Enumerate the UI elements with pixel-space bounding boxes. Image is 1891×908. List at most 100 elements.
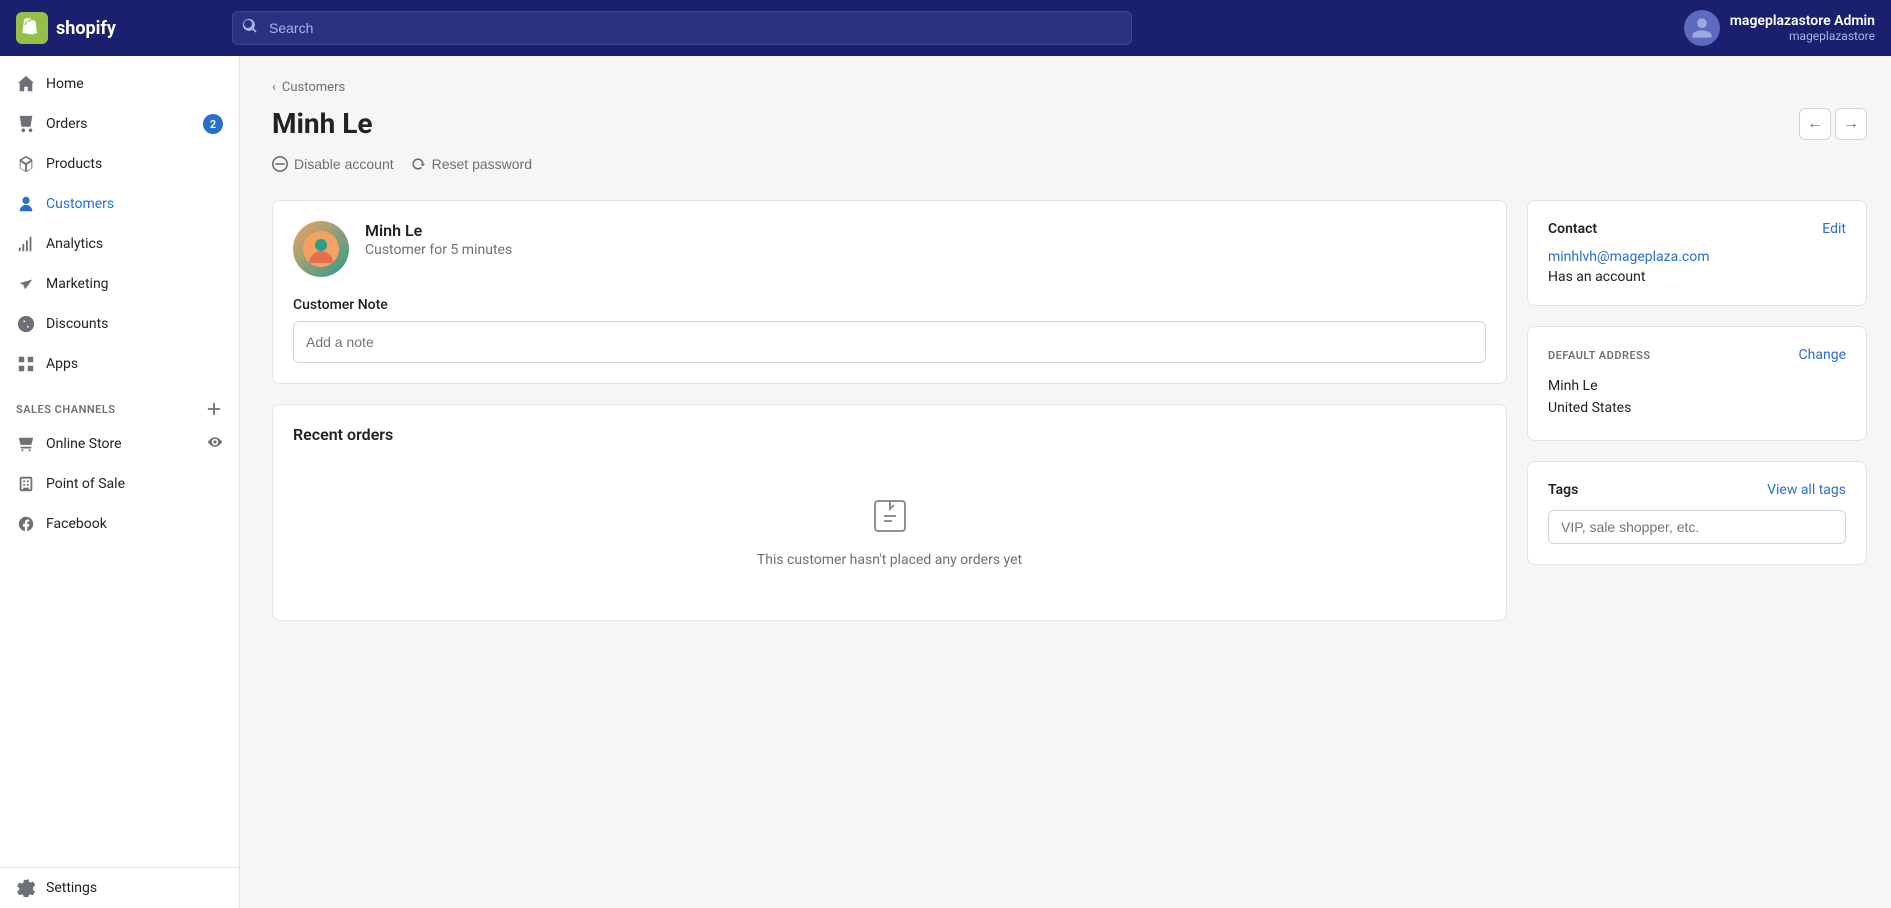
- change-address-button[interactable]: Change: [1799, 347, 1846, 363]
- sidebar-item-facebook[interactable]: Facebook: [0, 504, 239, 544]
- sidebar-item-discounts[interactable]: Discounts: [0, 304, 239, 344]
- user-name: mageplazastore Admin: [1730, 13, 1875, 29]
- address-country: United States: [1548, 397, 1846, 419]
- disable-account-button[interactable]: Disable account: [272, 152, 394, 176]
- customer-profile-card: Minh Le Customer for 5 minutes Customer …: [272, 200, 1507, 384]
- empty-orders-state: This customer hasn't placed any orders y…: [293, 460, 1486, 600]
- recent-orders-card: Recent orders This customer hasn't place…: [272, 404, 1507, 621]
- sidebar-item-apps[interactable]: Apps: [0, 344, 239, 384]
- reset-password-button[interactable]: Reset password: [410, 152, 532, 176]
- logo[interactable]: shopify: [16, 12, 216, 44]
- analytics-icon: [16, 234, 36, 254]
- content-grid: Minh Le Customer for 5 minutes Customer …: [272, 200, 1867, 641]
- disable-account-label: Disable account: [294, 156, 394, 172]
- sidebar-item-customers[interactable]: Customers: [0, 184, 239, 224]
- facebook-icon: [16, 514, 36, 534]
- sidebar-label-analytics: Analytics: [46, 236, 103, 252]
- back-arrow-icon: ‹: [272, 80, 276, 95]
- sidebar-label-apps: Apps: [46, 356, 78, 372]
- sidebar-item-orders[interactable]: Orders 2: [0, 104, 239, 144]
- sidebar-item-marketing[interactable]: Marketing: [0, 264, 239, 304]
- contact-card: Contact Edit minhlvh@mageplaza.com Has a…: [1527, 200, 1867, 306]
- view-all-tags-button[interactable]: View all tags: [1767, 482, 1846, 498]
- products-icon: [16, 154, 36, 174]
- address-label: DEFAULT ADDRESS: [1548, 349, 1651, 362]
- search-bar: [232, 11, 1132, 45]
- top-navigation: shopify mageplazastore Admin mageplazast…: [0, 0, 1891, 56]
- contact-email[interactable]: minhlvh@mageplaza.com: [1548, 249, 1846, 265]
- sidebar-label-facebook: Facebook: [46, 516, 107, 532]
- sidebar: Home Orders 2: [0, 56, 240, 908]
- prev-customer-button[interactable]: ←: [1799, 108, 1831, 140]
- page-title: Minh Le: [272, 107, 373, 140]
- search-icon: [242, 18, 258, 38]
- sidebar-label-pos: Point of Sale: [46, 476, 125, 492]
- pos-icon: [16, 474, 36, 494]
- sidebar-item-home[interactable]: Home: [0, 64, 239, 104]
- main-content: ‹ Customers Minh Le ← → Disable account: [240, 56, 1891, 908]
- nav-arrows: ← →: [1799, 108, 1867, 140]
- home-icon: [16, 74, 36, 94]
- contact-status: Has an account: [1548, 269, 1846, 285]
- user-store: mageplazastore: [1730, 29, 1875, 43]
- apps-icon: [16, 354, 36, 374]
- empty-orders-text: This customer hasn't placed any orders y…: [757, 552, 1022, 568]
- tags-card: Tags View all tags: [1527, 461, 1867, 565]
- shopify-logo-icon: [16, 12, 48, 44]
- user-info: mageplazastore Admin mageplazastore: [1730, 13, 1875, 43]
- customer-note-input[interactable]: [293, 321, 1486, 363]
- customers-icon: [16, 194, 36, 214]
- user-area[interactable]: mageplazastore Admin mageplazastore: [1684, 10, 1875, 46]
- right-column: Contact Edit minhlvh@mageplaza.com Has a…: [1527, 200, 1867, 641]
- sidebar-label-orders: Orders: [46, 116, 88, 132]
- contact-header: Contact Edit: [1548, 221, 1846, 237]
- orders-badge: 2: [203, 114, 223, 134]
- note-label: Customer Note: [293, 297, 1486, 313]
- next-customer-button[interactable]: →: [1835, 108, 1867, 140]
- left-column: Minh Le Customer for 5 minutes Customer …: [272, 200, 1507, 641]
- eye-icon[interactable]: [207, 434, 223, 454]
- reset-icon: [410, 156, 426, 172]
- contact-edit-button[interactable]: Edit: [1822, 221, 1846, 237]
- sidebar-label-online-store: Online Store: [46, 436, 122, 452]
- online-store-icon: [16, 434, 36, 454]
- breadcrumb-text: Customers: [282, 80, 345, 95]
- sidebar-navigation: Home Orders 2: [0, 56, 239, 552]
- disable-icon: [272, 156, 288, 172]
- customer-since: Customer for 5 minutes: [365, 242, 512, 258]
- customer-profile: Minh Le Customer for 5 minutes: [293, 221, 1486, 277]
- sidebar-label-products: Products: [46, 156, 102, 172]
- sidebar-item-settings[interactable]: Settings: [0, 868, 239, 908]
- action-buttons: Disable account Reset password: [272, 152, 1867, 176]
- reset-password-label: Reset password: [432, 156, 532, 172]
- sidebar-label-settings: Settings: [46, 880, 97, 896]
- default-address-card: DEFAULT ADDRESS Change Minh Le United St…: [1527, 326, 1867, 441]
- add-sales-channel-button[interactable]: [205, 400, 223, 418]
- contact-title: Contact: [1548, 221, 1597, 237]
- tags-input[interactable]: [1548, 510, 1846, 544]
- address-header: DEFAULT ADDRESS Change: [1548, 347, 1846, 363]
- tags-title: Tags: [1548, 482, 1578, 498]
- tags-header: Tags View all tags: [1548, 482, 1846, 498]
- orders-icon: [16, 114, 36, 134]
- sales-channels-header: SALES CHANNELS: [0, 384, 239, 424]
- empty-orders-icon: [866, 492, 914, 540]
- sidebar-label-customers: Customers: [46, 196, 114, 212]
- marketing-icon: [16, 274, 36, 294]
- breadcrumb[interactable]: ‹ Customers: [272, 80, 1867, 95]
- customer-info: Minh Le Customer for 5 minutes: [365, 221, 512, 258]
- sidebar-label-marketing: Marketing: [46, 276, 109, 292]
- customer-note-section: Customer Note: [293, 297, 1486, 363]
- sidebar-item-point-of-sale[interactable]: Point of Sale: [0, 464, 239, 504]
- sidebar-item-online-store[interactable]: Online Store: [0, 424, 239, 464]
- sidebar-label-discounts: Discounts: [46, 316, 108, 332]
- discounts-icon: [16, 314, 36, 334]
- search-input[interactable]: [232, 11, 1132, 45]
- logo-text: shopify: [56, 18, 116, 39]
- sidebar-item-products[interactable]: Products: [0, 144, 239, 184]
- address-name: Minh Le: [1548, 375, 1846, 397]
- settings-icon: [16, 878, 36, 898]
- recent-orders-title: Recent orders: [293, 425, 1486, 444]
- sidebar-item-analytics[interactable]: Analytics: [0, 224, 239, 264]
- avatar: [1684, 10, 1720, 46]
